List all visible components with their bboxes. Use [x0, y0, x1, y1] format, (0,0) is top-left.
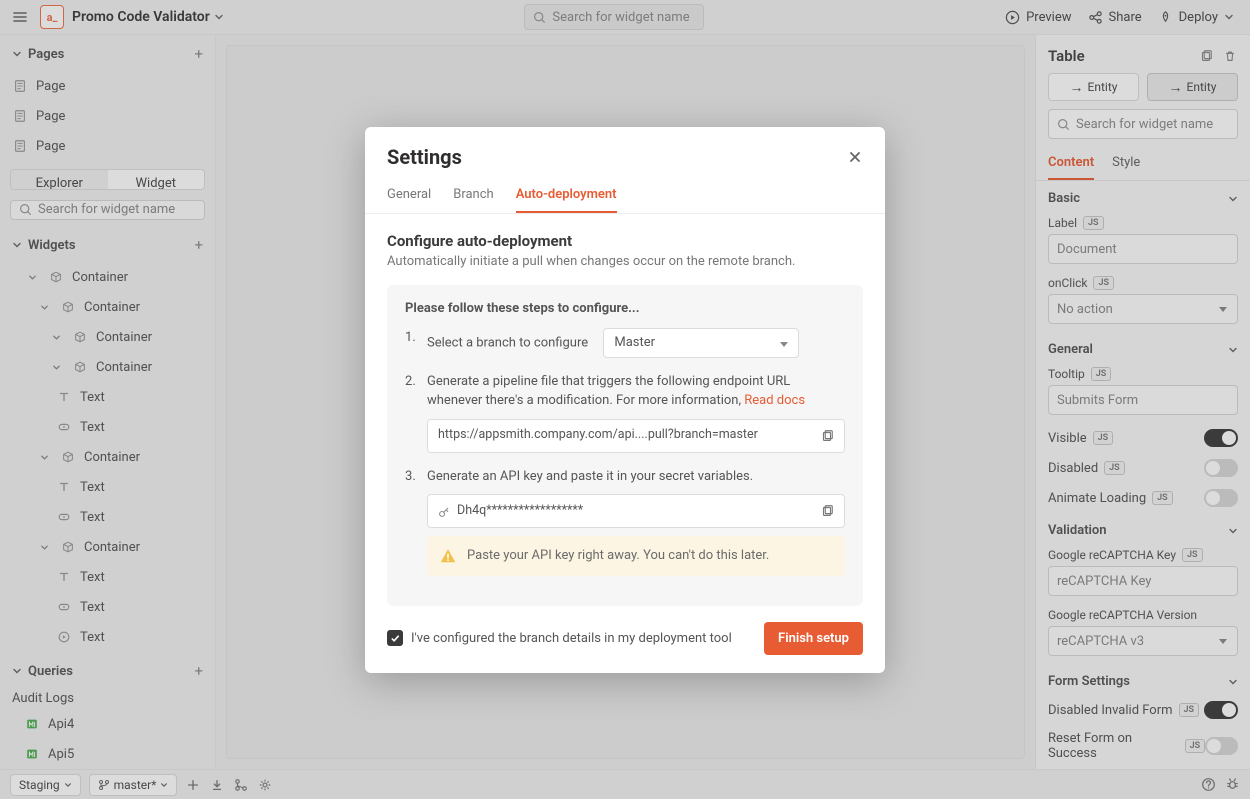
finish-setup-button[interactable]: Finish setup [764, 622, 863, 655]
auto-deploy-subtext: Automatically initiate a pull when chang… [387, 254, 863, 269]
copy-icon [820, 504, 834, 518]
branch-select[interactable]: Master [603, 328, 799, 358]
modal-tab-general[interactable]: General [387, 177, 431, 213]
copy-endpoint-button[interactable] [820, 429, 834, 443]
steps-box: Please follow these steps to configure..… [387, 285, 863, 606]
configured-checkbox-row[interactable]: I've configured the branch details in my… [387, 630, 732, 646]
steps-header: Please follow these steps to configure..… [405, 301, 845, 316]
endpoint-url-field: https://appsmith.company.com/api....pull… [427, 419, 845, 453]
configured-label: I've configured the branch details in my… [411, 631, 732, 646]
modal-tab-auto-deployment[interactable]: Auto-deployment [516, 177, 617, 213]
modal-close-button[interactable] [847, 149, 863, 165]
key-icon [438, 505, 451, 518]
warning-icon [439, 547, 457, 565]
api-key-warning: Paste your API key right away. You can't… [427, 536, 845, 576]
step-1: Select a branch to configure Master [405, 328, 845, 358]
step-3: Generate an API key and paste it in your… [405, 467, 845, 576]
configured-checkbox[interactable] [387, 630, 403, 646]
api-key-field: Dh4q****************** [427, 494, 845, 528]
settings-modal: Settings General Branch Auto-deployment … [365, 127, 885, 673]
endpoint-url-text: https://appsmith.company.com/api....pull… [438, 426, 812, 445]
close-icon [847, 149, 863, 165]
modal-tab-branch[interactable]: Branch [453, 177, 493, 213]
warning-text: Paste your API key right away. You can't… [467, 546, 769, 566]
copy-api-key-button[interactable] [820, 504, 834, 518]
modal-title: Settings [387, 145, 462, 169]
modal-overlay[interactable]: Settings General Branch Auto-deployment … [0, 0, 1250, 799]
auto-deploy-heading: Configure auto-deployment [387, 232, 863, 250]
api-key-text: Dh4q****************** [457, 502, 583, 521]
check-icon [390, 633, 401, 644]
step-2: Generate a pipeline file that triggers t… [405, 372, 845, 453]
copy-icon [820, 429, 834, 443]
read-docs-link[interactable]: Read docs [744, 393, 805, 408]
